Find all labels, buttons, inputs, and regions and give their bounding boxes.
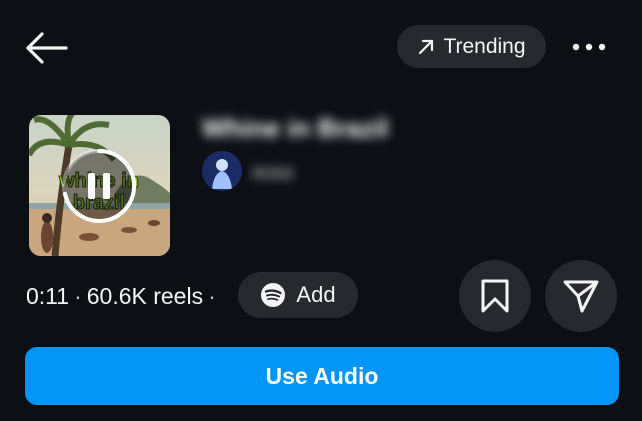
arrow-left-icon xyxy=(26,32,68,64)
artist-avatar[interactable] xyxy=(202,151,242,191)
save-audio-button[interactable] xyxy=(459,260,531,332)
separator: · xyxy=(208,283,216,309)
spotify-icon xyxy=(261,283,286,307)
trending-label: Trending xyxy=(443,34,526,58)
use-audio-button[interactable]: Use Audio xyxy=(25,347,619,405)
more-horizontal-icon xyxy=(572,43,606,51)
add-to-spotify-button[interactable]: Add xyxy=(238,272,358,318)
share-audio-button[interactable] xyxy=(545,260,617,332)
arrow-up-right-icon xyxy=(419,39,434,54)
separator: · xyxy=(74,283,82,309)
more-options-button[interactable] xyxy=(566,30,612,64)
audio-meta: 0:11 · 60.6K reels · xyxy=(26,283,221,310)
song-title[interactable]: Whine in Brazil xyxy=(202,113,388,144)
pause-button[interactable] xyxy=(62,149,137,223)
artist-name[interactable]: Artist xyxy=(252,163,293,184)
duration: 0:11 xyxy=(26,283,70,309)
trending-button[interactable]: Trending xyxy=(397,25,546,68)
send-icon xyxy=(563,280,599,313)
back-button[interactable] xyxy=(22,28,70,68)
pause-icon xyxy=(62,149,137,223)
reels-count: 60.6K reels xyxy=(86,283,204,309)
add-label: Add xyxy=(296,282,336,307)
avatar-icon xyxy=(202,151,242,191)
bookmark-icon xyxy=(481,279,509,313)
